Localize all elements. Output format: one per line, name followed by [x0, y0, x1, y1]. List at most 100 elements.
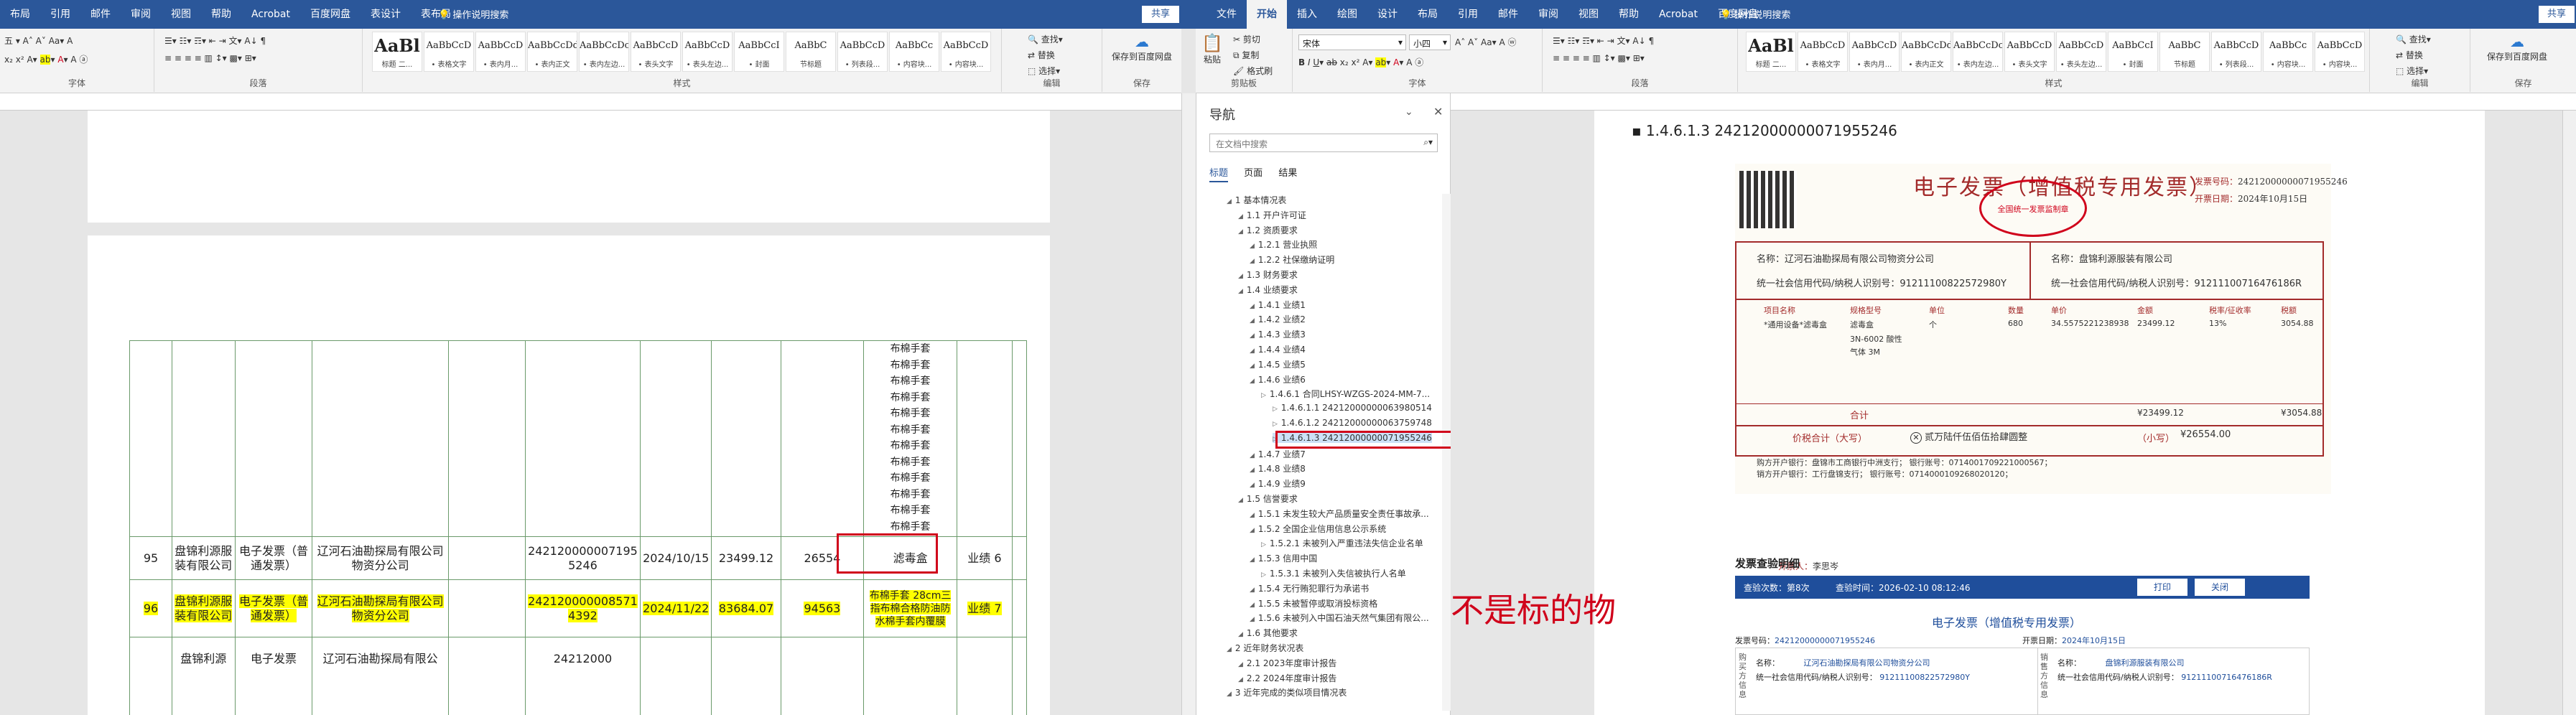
expand-triangle-icon[interactable]: ◢	[1250, 378, 1255, 385]
expand-triangle-icon[interactable]: ◢	[1238, 676, 1243, 683]
expand-triangle-icon[interactable]: ◢	[1250, 527, 1255, 534]
expand-triangle-icon[interactable]: ◢	[1250, 616, 1255, 623]
right-share-button[interactable]: 共享	[2539, 6, 2575, 23]
tab-left-4[interactable]: 视图	[161, 0, 201, 29]
nav-item[interactable]: ◢ 1.4.4 业绩4	[1250, 343, 1306, 355]
tab-right-2[interactable]: 插入	[1287, 0, 1327, 29]
style-gallery-item[interactable]: AaBbCc • 内容块...	[889, 32, 939, 72]
nav-search-input[interactable]: 在文档中搜索 ⌕▾	[1209, 134, 1438, 152]
style-gallery-item[interactable]: AaBbCcI • 封面	[734, 32, 784, 72]
nav-left-scrollbar[interactable]	[1181, 93, 1196, 715]
find-button[interactable]: 🔍 查找▾	[2396, 33, 2431, 45]
nav-item[interactable]: ◢ 2.2 2024年度审计报告	[1238, 672, 1336, 684]
expand-triangle-icon[interactable]: ▷	[1273, 406, 1278, 413]
chevron-down-icon[interactable]: ⌄	[1405, 106, 1413, 118]
tab-right-8[interactable]: 审阅	[1528, 0, 1568, 29]
tab-right-0[interactable]: 文件	[1206, 0, 1247, 29]
right-scrollbar[interactable]	[2562, 111, 2576, 715]
tab-left-0[interactable]: 布局	[0, 0, 40, 29]
nav-scrollbar[interactable]	[1442, 194, 1451, 711]
nav-item[interactable]: ◢ 1.2.1 营业执照	[1250, 238, 1317, 251]
tab-left-8[interactable]: 表设计	[361, 0, 411, 29]
format-painter-button[interactable]: 🖌 格式刷	[1233, 65, 1273, 77]
tab-left-2[interactable]: 邮件	[80, 0, 121, 29]
tab-right-9[interactable]: 视图	[1568, 0, 1609, 29]
nav-item[interactable]: ◢ 1.2 资质要求	[1238, 224, 1298, 236]
style-gallery-item[interactable]: AaBl 标题 二...	[372, 32, 422, 72]
tab-right-5[interactable]: 布局	[1408, 0, 1448, 29]
style-gallery-item[interactable]: AaBbCcD • 表头左边...	[2056, 32, 2106, 72]
select-button[interactable]: ⬚ 选择▾	[1028, 65, 1060, 77]
nav-item[interactable]: ◢ 1.5.4 无行贿犯罪行为承诺书	[1250, 582, 1369, 594]
nav-item[interactable]: ◢ 1 基本情况表	[1227, 194, 1286, 206]
right-tell-me[interactable]: 💡 操作说明搜索	[1720, 7, 1790, 21]
style-gallery-item[interactable]: AaBbCcD • 表头左边...	[682, 32, 733, 72]
nav-item[interactable]: ◢ 1.4.3 业绩3	[1250, 328, 1306, 340]
nav-item[interactable]: ◢ 1.5.3 信用中国	[1250, 552, 1317, 564]
style-gallery-item[interactable]: AaBbCcD • 列表段...	[837, 32, 888, 72]
nav-item[interactable]: ◢ 1.3 财务要求	[1238, 268, 1298, 281]
expand-triangle-icon[interactable]: ▷	[1261, 541, 1266, 548]
right-document-area[interactable]: ▪ 1.4.6.1.3 24212000000071955246 电子发票（增值…	[1451, 111, 2576, 715]
expand-triangle-icon[interactable]: ◢	[1250, 317, 1255, 324]
tab-left-3[interactable]: 审阅	[121, 0, 161, 29]
tab-results[interactable]: 结果	[1278, 168, 1297, 179]
copy-button[interactable]: ⧉ 复制	[1233, 49, 1259, 61]
save-baidu-button[interactable]: ☁ 保存到百度网盘	[1110, 33, 1174, 62]
style-gallery-item[interactable]: AaBbCcD • 列表段...	[2211, 32, 2261, 72]
right-share-top[interactable]: 共享	[1142, 6, 1179, 23]
expand-triangle-icon[interactable]: ◢	[1250, 587, 1255, 594]
find-button[interactable]: 🔍 查找▾	[1028, 33, 1063, 45]
nav-item[interactable]: ◢ 1.4.9 业绩9	[1250, 477, 1306, 490]
nav-item[interactable]: ◢ 1.5.6 未被列入中国石油天然气集团有限公...	[1250, 612, 1429, 624]
tab-left-7[interactable]: 百度网盘	[300, 0, 361, 29]
style-gallery-item[interactable]: AaBbC 节标题	[2159, 32, 2210, 72]
close-icon[interactable]: ✕	[1433, 105, 1443, 118]
tab-right-6[interactable]: 引用	[1448, 0, 1488, 29]
expand-triangle-icon[interactable]: ▷	[1261, 571, 1266, 579]
print-button[interactable]: 打印	[2137, 579, 2187, 596]
nav-item[interactable]: ◢ 1.4.5 业绩5	[1250, 358, 1306, 370]
nav-item[interactable]: ▷ 1.4.6.1 合同LHSY-WZGS-2024-MM-7...	[1261, 388, 1430, 400]
left-document-area[interactable]: 布棉手套 布棉手套 布棉手套 布棉手套 布棉手套 布棉手套 布棉手套 布棉手套 布棉手套 布棉手套…	[0, 111, 1181, 715]
font-name-select[interactable]: 宋体 ▾	[1298, 34, 1406, 50]
style-gallery-item[interactable]: AaBbCcD • 表内月...	[475, 32, 526, 72]
paste-button[interactable]: 📋 粘贴	[1201, 33, 1223, 65]
nav-item[interactable]: ▷ 1.4.6.1.2 24212000000063759748	[1273, 418, 1432, 428]
style-gallery-item[interactable]: AaBbCcDd • 表内正文	[527, 32, 577, 72]
expand-triangle-icon[interactable]: ◢	[1250, 602, 1255, 609]
nav-item[interactable]: ◢ 3 近年完成的类似项目情况表	[1227, 686, 1347, 698]
right-ruler[interactable]	[1451, 93, 2576, 111]
style-gallery-item[interactable]: AaBbCcD • 表内月...	[1849, 32, 1900, 72]
style-gallery-item[interactable]: AaBbCcD • 表格文字	[424, 32, 474, 72]
style-gallery-item[interactable]: AaBl 标题 二...	[1746, 32, 1796, 72]
expand-triangle-icon[interactable]: ◢	[1227, 646, 1232, 653]
expand-triangle-icon[interactable]: ◢	[1250, 512, 1255, 519]
style-gallery-item[interactable]: AaBbCcDc • 表内左边...	[1953, 32, 2003, 72]
expand-triangle-icon[interactable]: ◢	[1250, 467, 1255, 474]
expand-triangle-icon[interactable]: ◢	[1250, 332, 1255, 340]
expand-triangle-icon[interactable]: ◢	[1250, 243, 1255, 250]
save-baidu-button[interactable]: ☁ 保存到百度网盘	[2485, 33, 2549, 62]
nav-item[interactable]: ◢ 1.6 其他要求	[1238, 627, 1298, 639]
nav-item[interactable]: ◢ 1.5 信誉要求	[1238, 492, 1298, 505]
expand-triangle-icon[interactable]: ▷	[1261, 392, 1266, 399]
expand-triangle-icon[interactable]: ◢	[1250, 482, 1255, 489]
cut-button[interactable]: ✂ 剪切	[1233, 33, 1260, 45]
tab-right-4[interactable]: 设计	[1367, 0, 1408, 29]
expand-triangle-icon[interactable]: ▷	[1273, 421, 1278, 428]
style-gallery-item[interactable]: AaBbCcD • 表格文字	[1798, 32, 1848, 72]
tab-left-1[interactable]: 引用	[40, 0, 80, 29]
style-gallery-item[interactable]: AaBbCcDc • 表内左边...	[579, 32, 629, 72]
nav-item[interactable]: ◢ 1.1 开户许可证	[1238, 209, 1306, 221]
expand-triangle-icon[interactable]: ◢	[1227, 198, 1232, 205]
style-gallery-item[interactable]: AaBbCcI • 封面	[2108, 32, 2158, 72]
nav-item[interactable]: ◢ 1.4.7 业绩7	[1250, 448, 1306, 460]
tab-right-11[interactable]: Acrobat	[1649, 0, 1708, 29]
nav-item[interactable]: ◢ 1.5.2 全国企业信用信息公示系统	[1250, 523, 1386, 535]
nav-item[interactable]: ◢ 1.5.1 未发生较大产品质量安全责任事故承...	[1250, 508, 1429, 520]
nav-item[interactable]: ▷ 1.5.2.1 未被列入严重违法失信企业名单	[1261, 537, 1423, 549]
expand-triangle-icon[interactable]: ◢	[1250, 258, 1255, 265]
search-icon[interactable]: ⌕▾	[1423, 137, 1433, 148]
nav-item[interactable]: ◢ 1.4 业绩要求	[1238, 284, 1298, 296]
